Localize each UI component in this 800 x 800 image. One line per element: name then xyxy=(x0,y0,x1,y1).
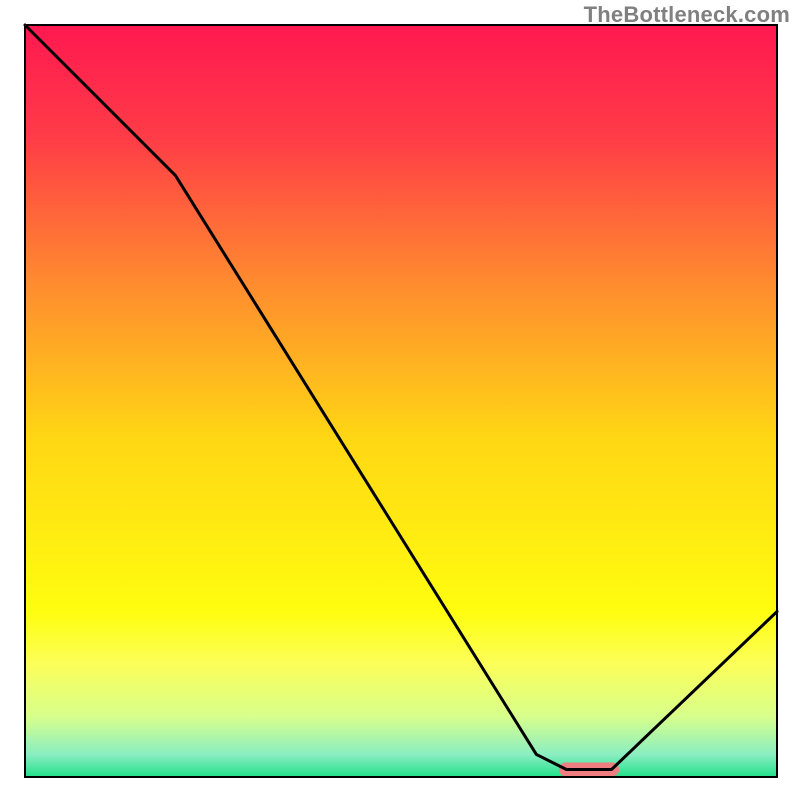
bottleneck-chart xyxy=(0,0,800,800)
watermark-text: TheBottleneck.com xyxy=(584,2,790,28)
chart-container: TheBottleneck.com xyxy=(0,0,800,800)
